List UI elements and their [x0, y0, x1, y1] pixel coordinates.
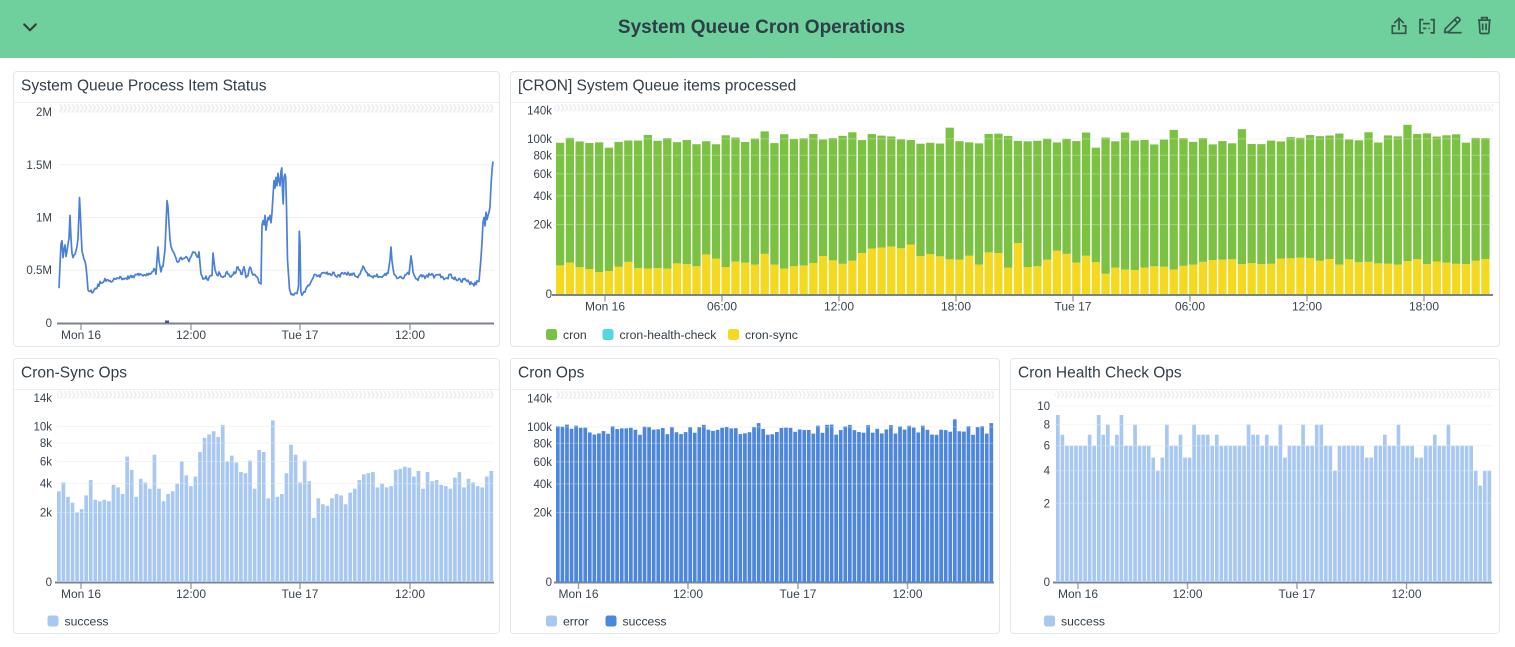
- svg-text:4: 4: [1044, 466, 1051, 478]
- svg-text:0: 0: [46, 577, 52, 589]
- svg-text:Mon 16: Mon 16: [61, 587, 101, 601]
- svg-text:12:00: 12:00: [1292, 300, 1322, 314]
- svg-text:1M: 1M: [36, 213, 52, 225]
- svg-text:2: 2: [1044, 498, 1050, 510]
- svg-text:Mon 16: Mon 16: [585, 300, 625, 314]
- svg-text:60k: 60k: [533, 169, 552, 181]
- svg-text:8k: 8k: [40, 438, 52, 450]
- svg-text:success: success: [1061, 615, 1105, 629]
- svg-text:Tue 17: Tue 17: [282, 328, 319, 342]
- svg-text:140k: 140k: [527, 394, 552, 406]
- svg-text:0: 0: [546, 289, 552, 301]
- svg-text:12:00: 12:00: [673, 587, 703, 601]
- svg-text:40k: 40k: [533, 479, 552, 491]
- svg-text:6: 6: [1044, 441, 1050, 453]
- svg-text:140k: 140k: [527, 106, 552, 118]
- svg-text:2k: 2k: [40, 508, 52, 520]
- svg-text:Tue 17: Tue 17: [1279, 587, 1316, 601]
- svg-text:12:00: 12:00: [395, 328, 425, 342]
- svg-text:2M: 2M: [36, 107, 52, 119]
- svg-text:80k: 80k: [533, 438, 552, 450]
- svg-text:10k: 10k: [33, 422, 52, 434]
- svg-text:Mon 16: Mon 16: [558, 587, 598, 601]
- svg-text:20k: 20k: [533, 220, 552, 232]
- svg-text:12:00: 12:00: [824, 300, 854, 314]
- svg-text:0: 0: [546, 577, 552, 589]
- svg-text:Mon 16: Mon 16: [1058, 587, 1098, 601]
- svg-text:12:00: 12:00: [176, 587, 206, 601]
- svg-text:12:00: 12:00: [892, 587, 922, 601]
- svg-text:06:00: 06:00: [1175, 300, 1205, 314]
- svg-text:1.5M: 1.5M: [26, 160, 52, 172]
- svg-text:80k: 80k: [533, 150, 552, 162]
- svg-text:60k: 60k: [533, 457, 552, 469]
- svg-text:success: success: [65, 615, 109, 629]
- svg-text:6k: 6k: [40, 457, 52, 469]
- svg-text:12:00: 12:00: [1391, 587, 1421, 601]
- svg-text:12:00: 12:00: [395, 587, 425, 601]
- svg-text:100k: 100k: [527, 134, 552, 146]
- svg-text:0: 0: [46, 318, 52, 330]
- svg-text:12:00: 12:00: [176, 328, 206, 342]
- svg-text:14k: 14k: [33, 393, 52, 405]
- svg-text:Tue 17: Tue 17: [1055, 300, 1092, 314]
- svg-text:20k: 20k: [533, 508, 552, 520]
- svg-text:12:00: 12:00: [1172, 587, 1202, 601]
- svg-text:18:00: 18:00: [1409, 300, 1439, 314]
- svg-text:cron-sync: cron-sync: [745, 328, 798, 342]
- svg-text:cron-health-check: cron-health-check: [620, 328, 718, 342]
- svg-text:Tue 17: Tue 17: [780, 587, 817, 601]
- svg-text:cron: cron: [563, 328, 587, 342]
- svg-text:10: 10: [1037, 401, 1050, 413]
- svg-text:success: success: [623, 615, 667, 629]
- svg-text:Mon 16: Mon 16: [61, 328, 101, 342]
- svg-text:40k: 40k: [533, 191, 552, 203]
- svg-text:18:00: 18:00: [941, 300, 971, 314]
- svg-text:0: 0: [1044, 577, 1050, 589]
- svg-text:100k: 100k: [527, 422, 552, 434]
- svg-text:0.5M: 0.5M: [26, 265, 52, 277]
- svg-text:error: error: [563, 615, 589, 629]
- svg-text:8: 8: [1044, 420, 1050, 432]
- svg-text:06:00: 06:00: [707, 300, 737, 314]
- svg-text:4k: 4k: [40, 479, 52, 491]
- svg-text:Tue 17: Tue 17: [282, 587, 319, 601]
